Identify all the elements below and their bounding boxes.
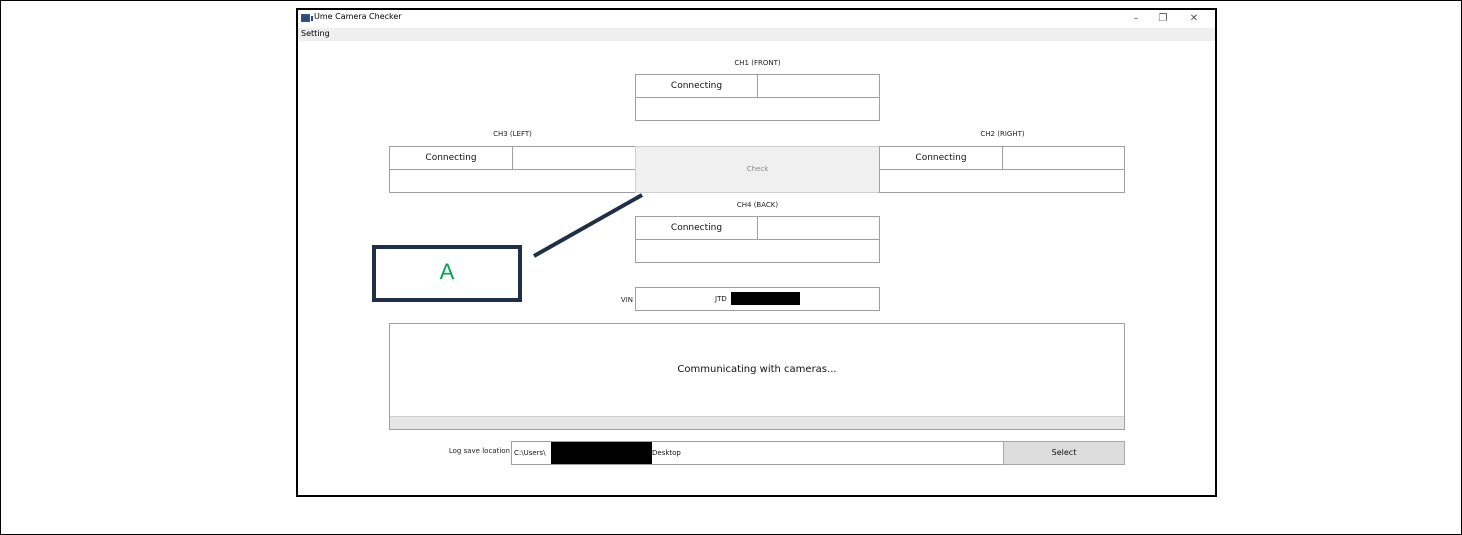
ch3-value	[512, 146, 636, 170]
log-location-label: Log save location	[448, 447, 510, 455]
log-path-prefix: C:\Users\	[514, 449, 546, 457]
select-button[interactable]: Select	[1003, 441, 1125, 465]
ch3-status: Connecting	[389, 146, 513, 170]
ch1-label: CH1 (FRONT)	[734, 59, 781, 67]
menu-setting[interactable]: Setting	[301, 29, 330, 38]
vin-label: VIN	[620, 296, 633, 304]
ch4-value	[757, 216, 880, 240]
check-button[interactable]: Check	[635, 146, 880, 193]
restore-button[interactable]: ❐	[1153, 10, 1173, 28]
ch2-value	[1002, 146, 1125, 170]
minimize-button[interactable]: –	[1126, 10, 1146, 28]
ch4-label: CH4 (BACK)	[736, 201, 779, 209]
title-bar: Ume Camera Checker – ❐ ✕	[298, 10, 1215, 28]
vin-value: JTD	[715, 295, 727, 303]
ch1-detail	[635, 97, 880, 121]
ch3-label: CH3 (LEFT)	[493, 130, 532, 138]
log-path-field[interactable]: C:\Users\ Desktop	[511, 441, 1004, 465]
app-icon	[301, 14, 313, 22]
ch3-detail	[389, 169, 636, 193]
status-panel: Communicating with cameras...	[389, 323, 1125, 430]
close-button[interactable]: ✕	[1184, 10, 1204, 28]
ch1-value	[757, 74, 880, 98]
vin-field[interactable]: JTD	[635, 287, 880, 311]
log-path-suffix: Desktop	[652, 449, 681, 457]
menu-bar: Setting	[298, 28, 1215, 41]
vin-redaction	[731, 292, 800, 305]
ch2-detail	[879, 169, 1125, 193]
callout-letter: A	[439, 259, 455, 284]
callout-box: A	[372, 245, 522, 302]
log-path-redaction	[551, 442, 652, 464]
ch2-status: Connecting	[879, 146, 1003, 170]
progress-bar	[390, 416, 1124, 429]
ch1-status: Connecting	[635, 74, 758, 98]
window-title: Ume Camera Checker	[314, 12, 402, 21]
ch2-label: CH2 (RIGHT)	[980, 130, 1025, 138]
ch4-detail	[635, 239, 880, 263]
status-message: Communicating with cameras...	[677, 364, 837, 375]
ch4-status: Connecting	[635, 216, 758, 240]
